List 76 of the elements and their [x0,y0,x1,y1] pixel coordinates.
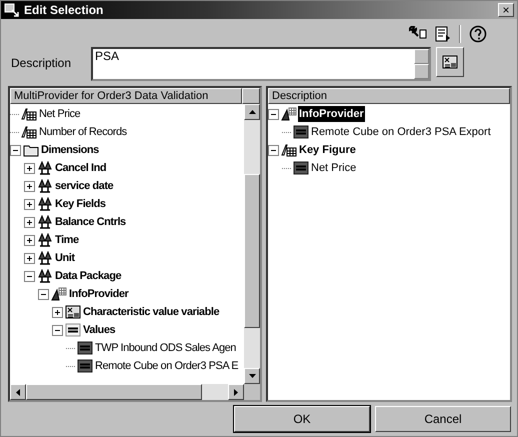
expand-toggle[interactable] [24,252,35,264]
characteristic-icon [37,161,53,175]
column-header[interactable]: Description [268,88,510,104]
tree-item[interactable]: InfoProvider [68,286,130,302]
characteristic-icon [37,179,53,193]
key-figure-icon [21,107,37,121]
expand-toggle[interactable] [24,234,35,246]
tree-item[interactable]: Characteristic value variable [82,304,220,320]
tree-item[interactable]: InfoProvider [298,106,365,122]
scroll-thumb[interactable] [244,174,260,328]
collapse-toggle[interactable] [38,288,49,300]
scroll-left-button[interactable] [10,384,26,400]
app-icon [4,3,20,17]
tree-item[interactable]: Key Fields [54,196,107,212]
down-arrow-icon [248,374,256,378]
ok-button[interactable]: OK [234,406,370,432]
expand-toggle[interactable] [24,198,35,210]
scroll-down-button[interactable] [244,368,260,384]
up-arrow-icon [248,110,256,114]
value-icon [77,359,93,373]
expand-toggle[interactable] [52,306,63,318]
tree-item[interactable]: Data Package [54,268,122,284]
scroll-thumb[interactable] [26,384,202,400]
value-icon [77,341,93,355]
description-label: Description [11,55,72,70]
expand-toggle[interactable] [24,162,35,174]
key-figure-icon [21,125,37,139]
characteristic-icon [37,233,53,247]
tree-item[interactable]: Time [54,232,80,248]
scrollbar-corner [244,384,260,400]
collapse-toggle[interactable] [268,108,279,120]
document-icon[interactable] [435,26,451,42]
help-icon[interactable] [469,25,487,43]
collapse-toggle[interactable] [52,324,63,336]
cancel-button[interactable]: Cancel [375,406,511,432]
scroll-right-button[interactable] [228,384,244,400]
collapse-toggle[interactable] [24,270,35,282]
characteristic-icon [37,215,53,229]
scroll-up-button[interactable] [244,104,260,120]
vertical-scrollbar[interactable] [244,104,260,384]
right-arrow-icon [234,388,238,396]
key-figure-icon [281,143,297,157]
expand-toggle[interactable] [24,180,35,192]
expand-toggle[interactable] [24,216,35,228]
window-title: Edit Selection [24,3,104,17]
variable-button[interactable] [436,47,464,77]
characteristic-icon [37,251,53,265]
value-icon [293,161,309,175]
tree-item[interactable]: service date [54,178,114,194]
tree-item[interactable]: Values [82,322,116,338]
variable-icon [65,305,81,319]
tree-item[interactable]: Number of Records [38,124,128,140]
tree-item[interactable]: Key Figure [298,142,357,158]
horizontal-scrollbar[interactable] [10,384,244,400]
tree-item[interactable]: Cancel Ind [54,160,108,176]
infoprovider-icon [51,287,67,301]
tree-item[interactable]: Remote Cube on Order3 PSA Export [310,124,492,140]
tree-item[interactable]: Remote Cube on Order3 PSA E [94,358,240,374]
tree-item[interactable]: Net Price [38,106,82,122]
value-icon [293,125,309,139]
collapse-toggle[interactable] [268,144,279,156]
tree-item[interactable]: TWP Inbound ODS Sales Agen [94,340,237,356]
infoprovider-icon [281,107,297,121]
values-icon [65,323,81,337]
folder-icon [23,143,39,157]
collapse-toggle[interactable] [10,144,21,156]
tree-item[interactable]: Unit [54,250,76,266]
characteristic-icon [37,269,53,283]
tree-item[interactable]: Dimensions [40,142,100,158]
variable-icon [442,55,458,69]
tree-item[interactable]: Balance Cntrls [54,214,127,230]
column-header[interactable]: MultiProvider for Order3 Data Validation [10,88,242,104]
close-button[interactable]: × [498,3,514,17]
characteristic-icon [37,197,53,211]
tree-item[interactable]: Net Price [310,160,358,176]
left-arrow-icon [16,388,20,396]
